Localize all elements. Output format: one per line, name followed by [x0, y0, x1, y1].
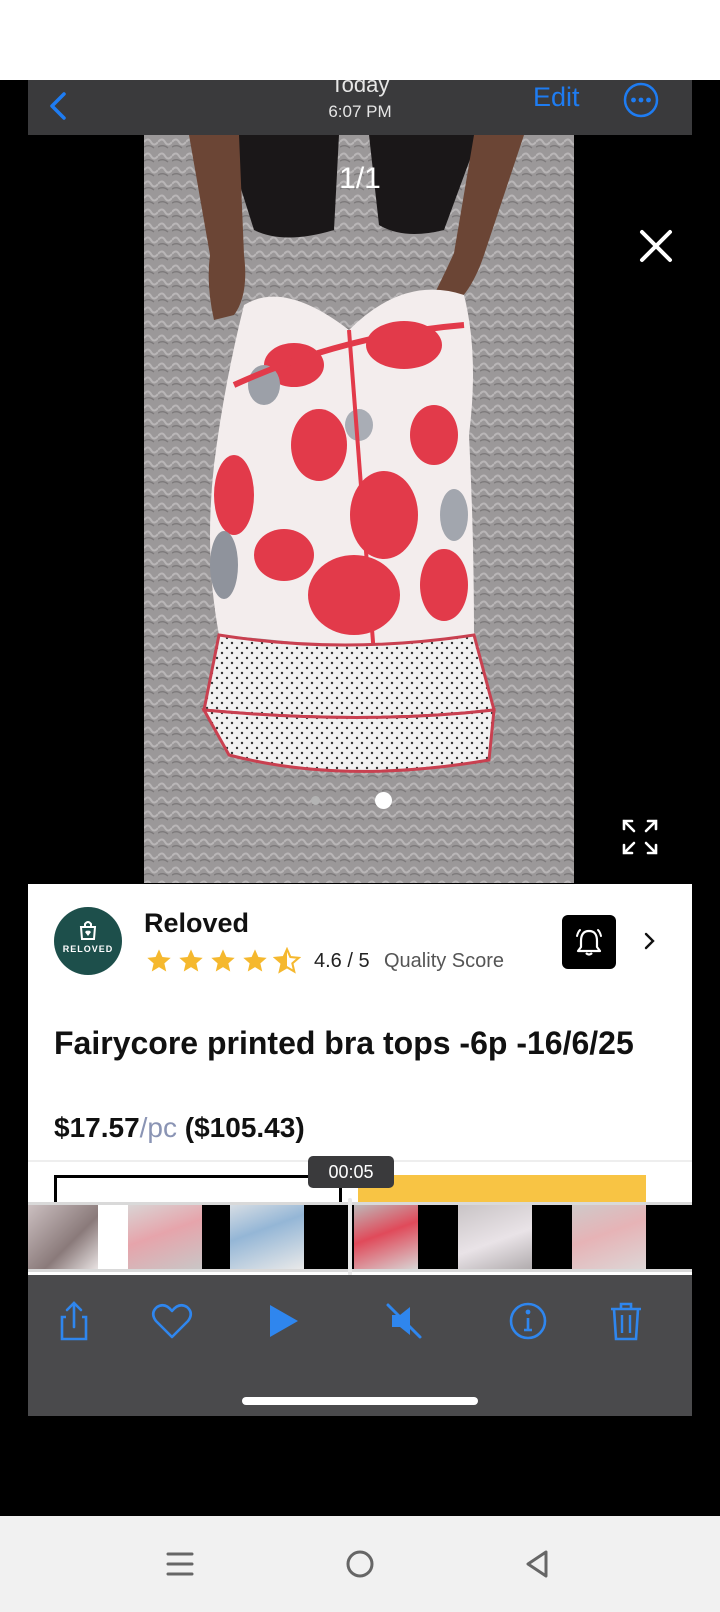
- star-icon: [147, 949, 171, 972]
- half-star-icon: [273, 947, 301, 974]
- shop-name[interactable]: Reloved: [144, 908, 249, 939]
- photo-counter: 1/1: [339, 162, 381, 195]
- home-indicator[interactable]: [242, 1397, 478, 1405]
- quality-score-label: Quality Score: [384, 950, 505, 972]
- photo-toolbar: [28, 1275, 692, 1416]
- scrubber-thumbnail: [458, 1205, 532, 1269]
- shop-logo[interactable]: RELOVED: [54, 907, 122, 975]
- heart-icon[interactable]: [150, 1299, 194, 1343]
- rating-value: 4.6 / 5: [314, 950, 370, 972]
- mute-icon[interactable]: [382, 1299, 426, 1343]
- expand-icon[interactable]: [620, 817, 660, 857]
- scrubber-thumbnail: [572, 1205, 646, 1269]
- page-dot-1[interactable]: [311, 796, 320, 805]
- scrubber-thumbnail: [354, 1205, 418, 1269]
- share-icon[interactable]: [52, 1299, 96, 1343]
- scrubber-thumbnail: [230, 1205, 304, 1269]
- status-area: [0, 0, 720, 80]
- photo-viewer: Today 6:07 PM Edit 1/1 RELOVED Reloved 4…: [28, 80, 692, 1416]
- garment-illustration: [144, 135, 574, 883]
- recents-icon[interactable]: [160, 1544, 200, 1584]
- info-icon[interactable]: [506, 1299, 550, 1343]
- header-time: 6:07 PM: [328, 102, 392, 121]
- star-rating: [145, 947, 305, 975]
- android-nav-bar: [0, 1516, 720, 1612]
- logo-bag-icon: [79, 921, 97, 940]
- back-icon[interactable]: [518, 1544, 558, 1584]
- star-icon: [243, 949, 267, 972]
- scrubber-thumbnail: [128, 1205, 202, 1269]
- unit-price: $17.57: [54, 1112, 140, 1143]
- scrub-timestamp: 00:05: [308, 1156, 394, 1188]
- header-date: Today: [330, 80, 390, 97]
- home-icon[interactable]: [340, 1544, 380, 1584]
- scrubber-playhead[interactable]: [348, 1198, 352, 1276]
- product-title: Fairycore printed bra tops -6p -16/6/25: [54, 1025, 634, 1061]
- chevron-right-icon[interactable]: [643, 930, 657, 952]
- star-icon: [179, 949, 203, 972]
- page-dot-2[interactable]: [375, 792, 392, 809]
- trash-icon[interactable]: [604, 1299, 648, 1343]
- total-price: ($105.43): [184, 1112, 305, 1143]
- close-icon[interactable]: [634, 224, 678, 268]
- scrubber-thumbnail: [98, 1205, 128, 1269]
- scrubber-thumbnail: [28, 1205, 98, 1269]
- follow-shop-button[interactable]: [562, 915, 616, 969]
- edit-button[interactable]: Edit: [533, 82, 580, 113]
- price-unit: /pc: [139, 1112, 177, 1143]
- product-photo[interactable]: [144, 135, 574, 883]
- logo-text: RELOVED: [62, 944, 114, 954]
- bell-icon: [576, 929, 602, 956]
- play-icon[interactable]: [260, 1299, 304, 1343]
- viewer-header: Today 6:07 PM Edit: [28, 80, 692, 135]
- more-options-icon[interactable]: [622, 81, 660, 119]
- star-icon: [211, 949, 235, 972]
- price-row: $17.57/pc ($105.43): [54, 1112, 305, 1144]
